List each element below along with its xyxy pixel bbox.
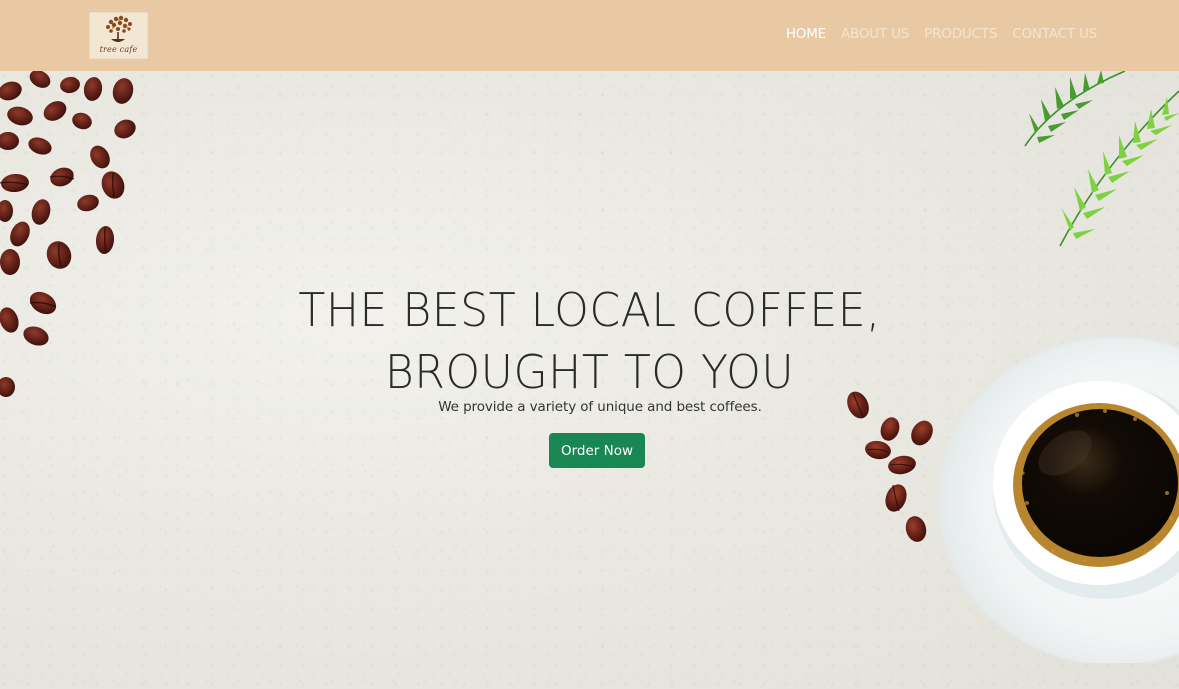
hero-title-line-2: BROUGHT TO YOU xyxy=(384,345,795,399)
brand-logo[interactable]: tree cafe xyxy=(89,12,148,59)
navbar: tree cafe HOME ABOUT US PRODUCTS CONTACT… xyxy=(0,0,1179,71)
nav-contact-us[interactable]: CONTACT US xyxy=(1012,26,1097,42)
hero-subtitle: We provide a variety of unique and best … xyxy=(438,399,762,415)
fern-leaves-image xyxy=(1024,71,1179,247)
nav-home[interactable]: HOME xyxy=(786,26,826,42)
nav-menu: HOME ABOUT US PRODUCTS CONTACT US xyxy=(786,26,1097,42)
nav-about-us[interactable]: ABOUT US xyxy=(841,26,909,42)
order-now-button[interactable]: Order Now xyxy=(549,433,645,468)
nav-products[interactable]: PRODUCTS xyxy=(924,26,997,42)
hero-title: THE BEST LOCAL COFFEE, BROUGHT TO YOU xyxy=(24,279,1156,403)
logo-text: tree cafe xyxy=(99,45,138,54)
hero-title-line-1: THE BEST LOCAL COFFEE, xyxy=(298,283,881,337)
hero-section: THE BEST LOCAL COFFEE, BROUGHT TO YOU We… xyxy=(0,71,1179,689)
